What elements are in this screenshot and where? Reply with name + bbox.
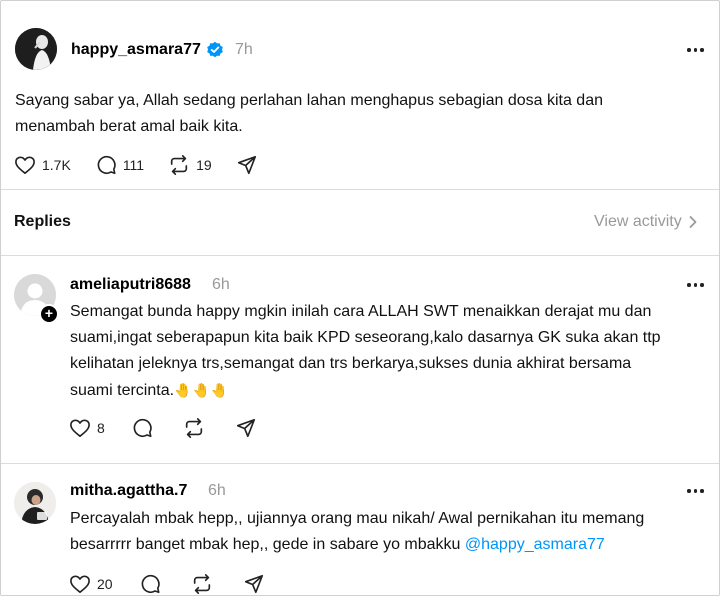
reply-share-button[interactable] [243,573,265,595]
reply-text-fragment: suami tercinta. [70,382,175,399]
reply-text-line: kelihatan jeleknya trs,semangat dan trs … [70,355,632,372]
post-username[interactable]: happy_asmara77 [71,41,201,59]
avatar-photo-icon [14,482,56,524]
post-repost-button[interactable]: 19 [168,154,212,176]
reply-like-count: 20 [97,576,113,592]
reply-repost-button[interactable] [191,573,213,595]
post-text: Sayang sabar ya, Allah sedang perlahan l… [15,88,705,140]
view-activity-label: View activity [594,213,682,230]
send-icon [237,155,256,175]
reply-like-button[interactable]: 20 [69,574,113,594]
reply-text-line: suami tercinta.🤚🤚🤚 [70,377,715,404]
reply-text-fragment: besarrrrr banget mbak hep,, gede in saba… [70,536,465,553]
post-comment-button[interactable]: 111 [95,154,144,176]
repost-icon [185,418,202,438]
divider [1,255,719,256]
post-share-button[interactable] [236,154,258,176]
raised-hands-emoji: 🤚🤚🤚 [174,382,230,398]
reply-text-line: Percayalah mbak hepp,, ujiannya orang ma… [70,510,645,527]
mention-link[interactable]: @happy_asmara77 [465,536,605,553]
reply-actions: 8 [69,417,281,439]
verified-badge-icon [206,41,224,59]
reply-like-button[interactable]: 8 [69,418,105,438]
send-icon [244,574,263,594]
reply-timestamp: 6h [208,482,226,499]
post-like-count: 1.7K [42,157,71,173]
heart-icon [70,419,90,437]
follow-plus-icon[interactable]: + [39,304,59,324]
post-timestamp: 7h [235,41,253,58]
reply-actions: 20 [69,573,289,595]
replies-heading: Replies [14,213,71,230]
heart-icon [70,575,90,593]
reply-comment-button[interactable] [139,573,161,595]
post-author-avatar[interactable] [15,28,57,70]
chevron-right-icon [689,216,697,228]
repost-icon [193,574,210,594]
reply-text-line: besarrrrr banget mbak hep,, gede in saba… [70,532,715,558]
comment-icon [141,574,160,594]
post-comment-count: 111 [122,157,145,173]
reply-text: Percayalah mbak hepp,, ujiannya orang ma… [70,506,715,558]
reply-more-options-icon[interactable] [687,280,711,290]
view-activity-link[interactable]: View activity [594,213,698,231]
reply-text-line: Semangat bunda happy mgkin inilah cara A… [70,303,652,320]
reply-avatar[interactable] [14,482,56,524]
post-text-line: Sayang sabar ya, Allah sedang perlahan l… [15,92,603,109]
post-like-button[interactable]: 1.7K [14,155,71,175]
reply-share-button[interactable] [235,417,257,439]
divider [1,189,719,190]
reply-text: Semangat bunda happy mgkin inilah cara A… [70,299,715,404]
post-more-options-icon[interactable] [687,45,711,55]
send-icon [236,418,255,438]
reply-more-options-icon[interactable] [687,486,711,496]
threads-window: happy_asmara77 7h Sayang sabar ya, Allah… [0,0,720,596]
reply-timestamp: 6h [212,276,230,293]
heart-icon [15,156,35,174]
post-repost-count: 19 [196,157,212,173]
post-text-line: menambah berat amal baik kita. [15,118,243,135]
divider [1,463,719,464]
reply-text-line: suami,ingat seberapapun kita baik KPD se… [70,329,661,346]
reply-like-count: 8 [97,420,105,436]
reply-repost-button[interactable] [183,417,205,439]
comment-icon [133,418,152,438]
avatar-photo-icon [15,28,57,70]
reply-comment-button[interactable] [131,417,153,439]
reply-username[interactable]: mitha.agattha.7 [70,482,187,500]
reply-username[interactable]: ameliaputri8688 [70,276,191,294]
repost-icon [170,155,188,175]
post-actions: 1.7K 111 19 [14,154,282,176]
comment-icon [97,155,116,175]
